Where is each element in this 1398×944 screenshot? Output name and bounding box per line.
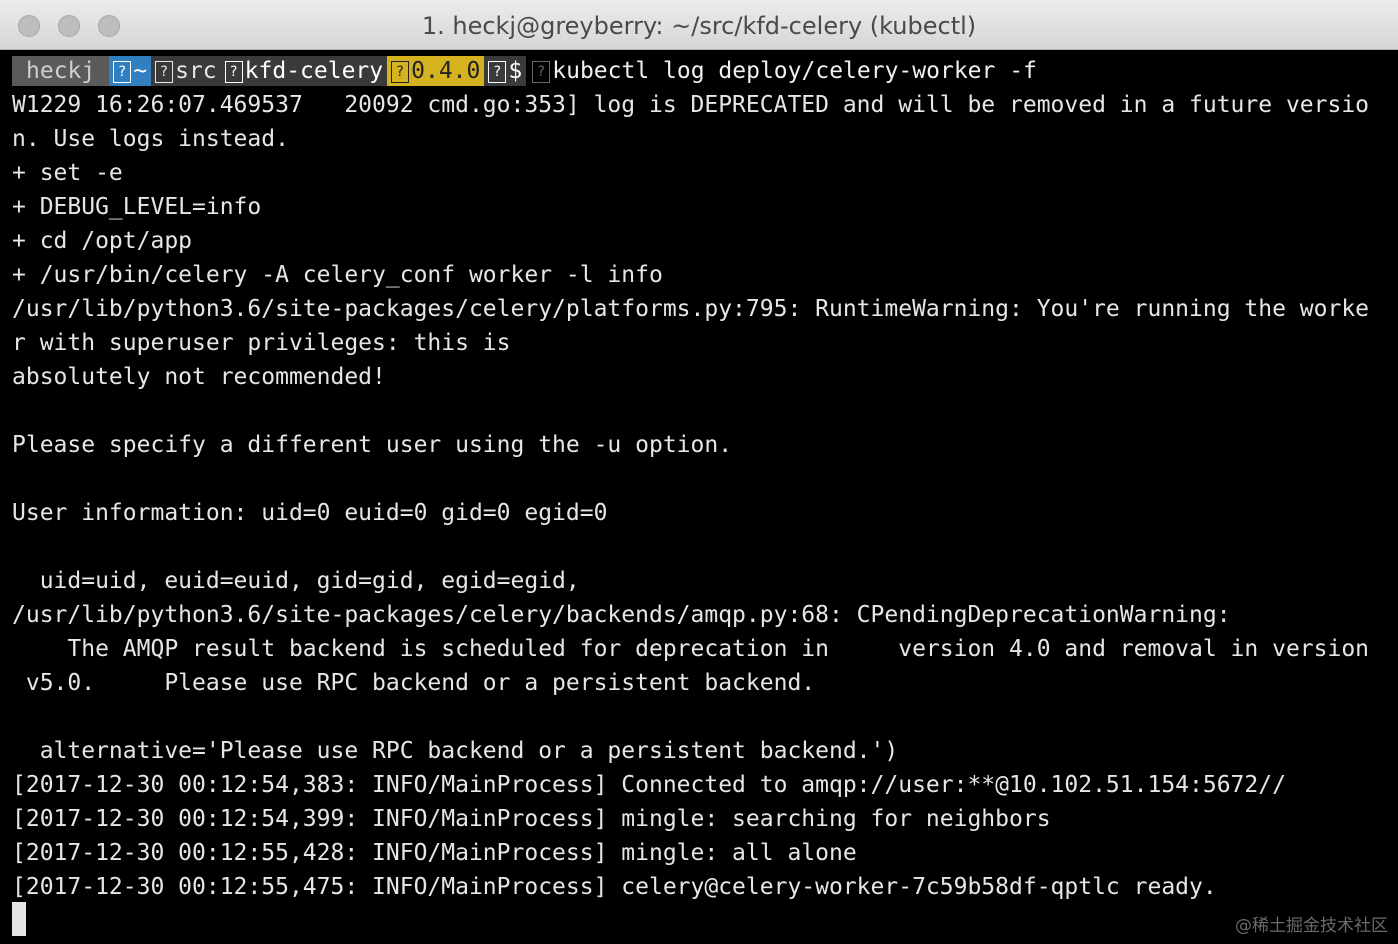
prompt-dir-label: src bbox=[175, 58, 217, 84]
output-line: absolutely not recommended! bbox=[12, 364, 386, 390]
output-line: [2017-12-30 00:12:55,475: INFO/MainProce… bbox=[12, 874, 1217, 900]
output-line: Please specify a different user using th… bbox=[12, 432, 733, 458]
output-line: + /usr/bin/celery -A celery_conf worker … bbox=[12, 262, 663, 288]
scroll-marker bbox=[1392, 230, 1398, 250]
output-line: + cd /opt/app bbox=[12, 228, 193, 254]
output-line: uid=uid, euid=euid, gid=gid, egid=egid, bbox=[12, 568, 580, 594]
prompt-dollar-label: $ bbox=[508, 58, 523, 84]
title-bar[interactable]: 1. heckj@greyberry: ~/src/kfd-celery (ku… bbox=[0, 0, 1398, 50]
text-cursor bbox=[12, 902, 26, 936]
output-line: [2017-12-30 00:12:54,399: INFO/MainProce… bbox=[12, 806, 1051, 832]
prompt-dollar-segment: ? $ bbox=[484, 56, 527, 86]
output-line: User information: uid=0 euid=0 gid=0 egi… bbox=[12, 500, 608, 526]
git-repo-icon: ? bbox=[224, 60, 243, 83]
prompt-user-segment: heckj bbox=[12, 56, 110, 86]
output-line: + DEBUG_LEVEL=info bbox=[12, 194, 262, 220]
output-line: /usr/lib/python3.6/site-packages/celery/… bbox=[12, 296, 1370, 322]
prompt-repo-label: kfd-celery bbox=[244, 58, 384, 84]
terminal-window: 1. heckj@greyberry: ~/src/kfd-celery (ku… bbox=[0, 0, 1398, 944]
folder-icon: ? bbox=[155, 60, 174, 83]
tag-icon: ? bbox=[391, 60, 410, 83]
window-title: 1. heckj@greyberry: ~/src/kfd-celery (ku… bbox=[421, 12, 977, 40]
output-line: r with superuser privileges: this is bbox=[12, 330, 511, 356]
output-line: n. Use logs instead. bbox=[12, 126, 289, 152]
output-line: [2017-12-30 00:12:55,428: INFO/MainProce… bbox=[12, 840, 857, 866]
output-line: W1229 16:26:07.469537 20092 cmd.go:353] … bbox=[12, 92, 1370, 118]
prompt-home-label: ~ bbox=[133, 58, 148, 84]
prompt-version-label: 0.4.0 bbox=[411, 58, 481, 84]
prompt-repo-segment: ? kfd-celery bbox=[220, 56, 388, 86]
status-icon: ? bbox=[488, 60, 507, 83]
home-icon: ? bbox=[113, 60, 132, 83]
output-line: The AMQP result backend is scheduled for… bbox=[12, 636, 1370, 662]
prompt-version-segment: ? 0.4.0 bbox=[387, 56, 485, 86]
command-text: kubectl log deploy/celery-worker -f bbox=[552, 58, 1037, 84]
terminal-output: heckj ? ~ ? src ? kfd-celery ? 0.4.0 ? $ ? kub… bbox=[12, 54, 1392, 904]
prompt-line: heckj ? ~ ? src ? kfd-celery ? 0.4.0 ? $ ? kub… bbox=[12, 54, 1392, 88]
output-line: alternative='Please use RPC backend or a… bbox=[12, 738, 899, 764]
watermark: @稀土掘金技术社区 bbox=[1235, 916, 1388, 936]
prompt-home-segment: ? ~ bbox=[109, 56, 152, 86]
kube-icon: ? bbox=[532, 60, 551, 83]
terminal-body[interactable]: heckj ? ~ ? src ? kfd-celery ? 0.4.0 ? $ ? kub… bbox=[0, 50, 1398, 944]
output-line: + set -e bbox=[12, 160, 123, 186]
output-line: v5.0. Please use RPC backend or a persis… bbox=[12, 670, 816, 696]
output-line: [2017-12-30 00:12:54,383: INFO/MainProce… bbox=[12, 772, 1286, 798]
prompt-command: ? kubectl log deploy/celery-worker -f bbox=[532, 54, 1037, 88]
output-line: /usr/lib/python3.6/site-packages/celery/… bbox=[12, 602, 1231, 628]
prompt-dir-segment: ? src bbox=[151, 56, 221, 86]
